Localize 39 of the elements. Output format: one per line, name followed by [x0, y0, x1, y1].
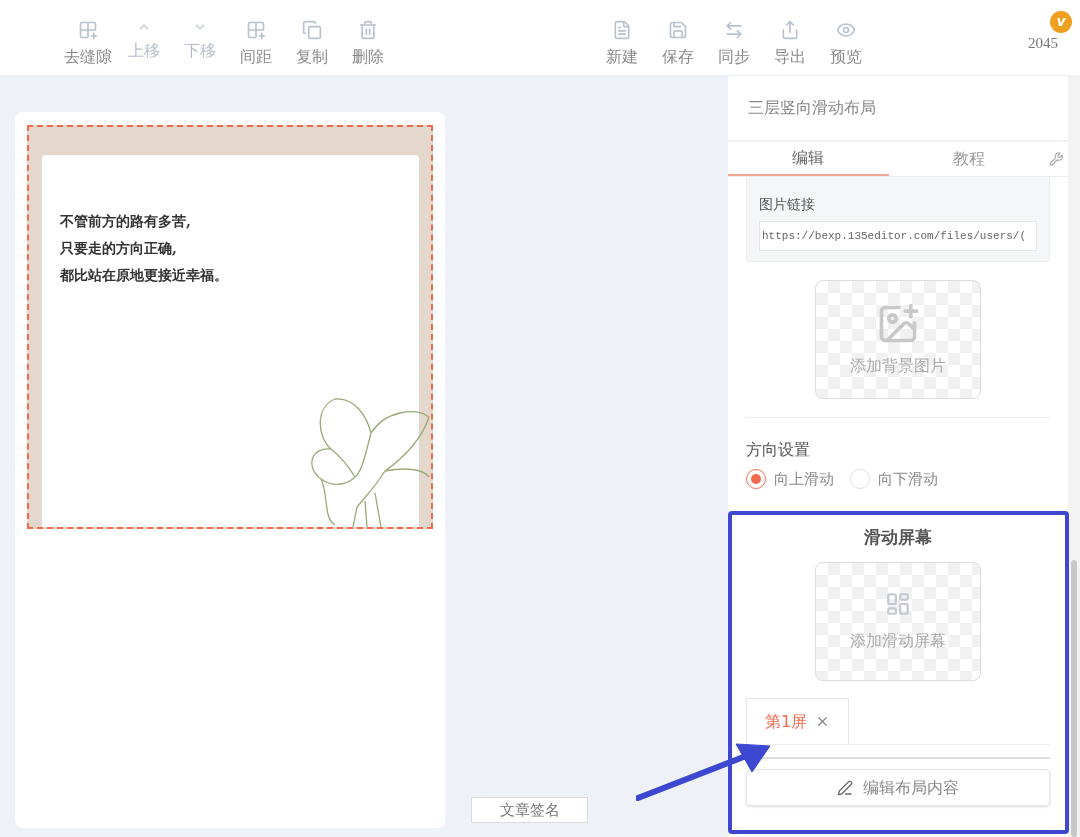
- grid-plus-icon: [246, 19, 266, 40]
- vip-badge: v: [1050, 10, 1072, 33]
- radio-option[interactable]: 向上滑动: [746, 468, 834, 491]
- pen-icon: [837, 779, 853, 796]
- layout-frame[interactable]: 不管前方的路有多苦, 只要走的方向正确, 都比站在原地更接近幸福。: [27, 125, 433, 529]
- document-icon: [612, 19, 632, 40]
- section-title: 滑动屏幕: [864, 525, 932, 549]
- add-background-tile[interactable]: 添加背景图片: [815, 280, 981, 399]
- layout-icon: [885, 590, 911, 617]
- toolbar-button[interactable]: 间距: [228, 16, 284, 67]
- user-points: 2045: [1028, 34, 1058, 51]
- toolbar-button[interactable]: 预览: [818, 16, 874, 67]
- toolbar-button[interactable]: 去缝隙: [60, 16, 116, 67]
- poem-line: 都比站在原地更接近幸福。: [60, 266, 228, 285]
- toolbar-button[interactable]: 同步: [706, 16, 762, 67]
- toolbar-button[interactable]: 保存: [650, 16, 706, 67]
- radio-option[interactable]: 向下滑动: [850, 468, 938, 491]
- scrollbar-thumb[interactable]: [1071, 560, 1077, 837]
- add-screen-tile[interactable]: 添加滑动屏幕: [815, 562, 981, 681]
- edit-layout-button[interactable]: 编辑布局内容: [746, 769, 1050, 806]
- screen-tab[interactable]: 第1屏: [746, 698, 850, 744]
- signature-button[interactable]: 文章签名: [471, 797, 588, 823]
- section-label: 方向设置: [746, 439, 811, 461]
- image-link-label: 图片链接: [759, 195, 816, 214]
- toolbar-button[interactable]: 复制: [284, 16, 340, 67]
- toolbar-button[interactable]: 删除: [340, 16, 396, 67]
- save-icon: [668, 19, 688, 40]
- swap-arrows-icon: [724, 19, 744, 40]
- panel-tab[interactable]: 教程: [888, 142, 1050, 176]
- copy-icon: [302, 19, 322, 40]
- toolbar-button[interactable]: 导出: [762, 16, 818, 67]
- image-link-field[interactable]: https://bexp.135editor.com/files/users/(: [759, 221, 1037, 251]
- tools-icon[interactable]: [1049, 151, 1064, 167]
- poem-line: 不管前方的路有多苦,: [60, 212, 192, 231]
- grid-plus-icon: [78, 19, 98, 40]
- toolbar-button[interactable]: 新建: [594, 16, 650, 67]
- trash-icon: [358, 19, 378, 40]
- share-icon: [780, 19, 800, 40]
- poem-line: 只要走的方向正确,: [60, 239, 178, 258]
